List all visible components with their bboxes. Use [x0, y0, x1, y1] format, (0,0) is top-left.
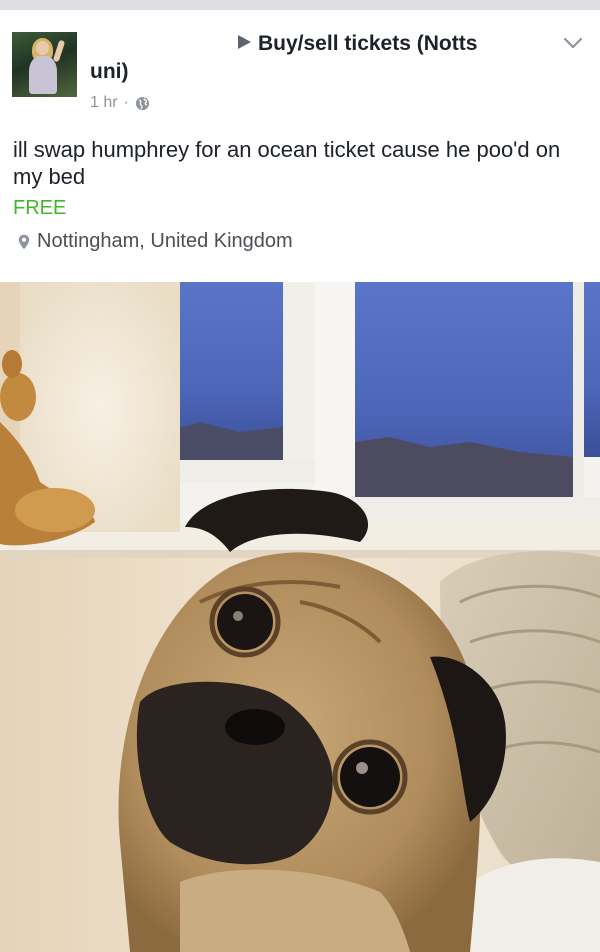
group-name-continuation[interactable]: uni) — [90, 60, 128, 84]
chevron-down-icon[interactable] — [563, 36, 583, 50]
post-photo[interactable] — [0, 282, 600, 952]
post-text: ill swap humphrey for an ocean ticket ca… — [13, 137, 561, 189]
group-link[interactable]: Buy/sell tickets (Notts — [238, 32, 477, 56]
location-text[interactable]: Nottingham, United Kingdom — [37, 230, 293, 253]
group-name[interactable]: Buy/sell tickets (Notts — [258, 32, 477, 55]
pug-photo — [0, 282, 600, 952]
top-divider — [0, 0, 600, 10]
meta-separator: · — [123, 94, 129, 111]
post-meta: 1 hr · — [90, 94, 150, 112]
globe-icon — [135, 96, 149, 110]
play-arrow-icon — [238, 35, 251, 49]
location-pin-icon — [18, 234, 30, 249]
timestamp[interactable]: 1 hr — [90, 94, 118, 112]
price-label: FREE — [13, 197, 67, 219]
location-row: Nottingham, United Kingdom — [18, 230, 293, 253]
avatar[interactable] — [12, 32, 77, 97]
